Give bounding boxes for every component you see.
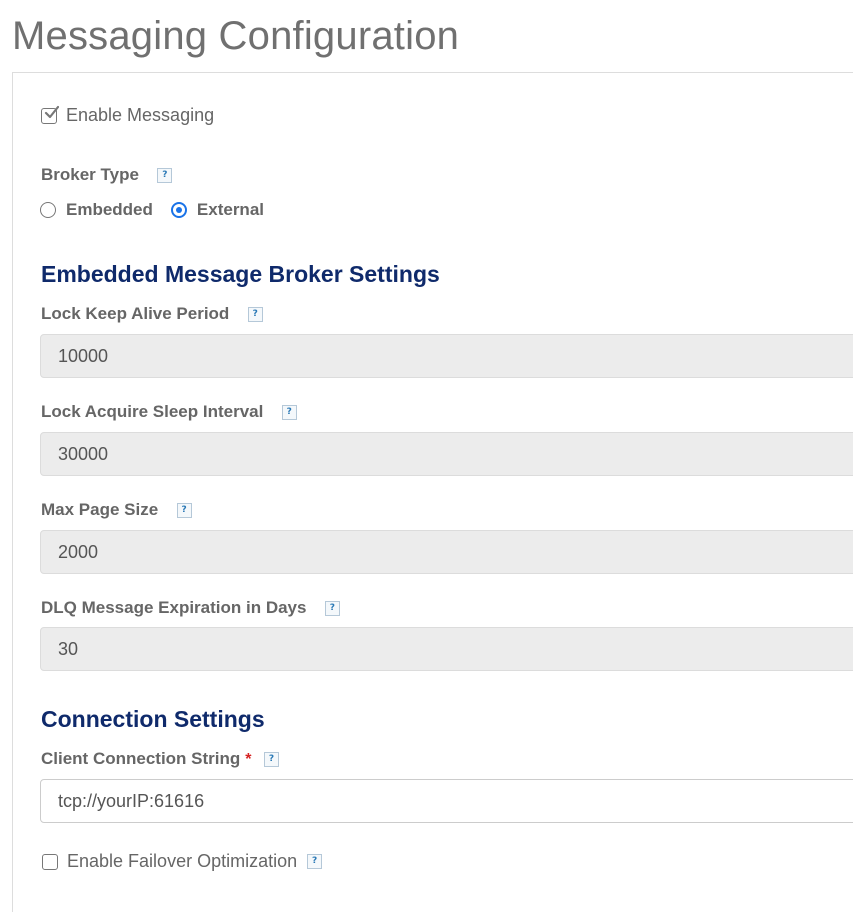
page-title: Messaging Configuration	[12, 14, 460, 58]
broker-type-radio-group: Embedded External	[40, 200, 282, 220]
help-icon[interactable]: ?	[324, 601, 340, 617]
broker-type-label-row: Broker Type ?	[41, 165, 173, 185]
enable-messaging-row[interactable]: Enable Messaging	[41, 105, 214, 126]
help-icon[interactable]: ?	[157, 168, 173, 184]
required-marker: *	[245, 751, 252, 768]
embedded-broker-settings-heading: Embedded Message Broker Settings	[41, 261, 440, 287]
client-connection-input[interactable]	[40, 779, 853, 823]
help-icon[interactable]: ?	[176, 503, 192, 519]
dlq-expiration-input[interactable]	[40, 627, 853, 671]
help-icon[interactable]: ?	[263, 752, 279, 768]
enable-failover-row[interactable]: Enable Failover Optimization ?	[42, 851, 323, 872]
lock-keep-alive-input[interactable]	[40, 334, 853, 378]
client-connection-label-row: Client Connection String * ?	[41, 749, 279, 769]
broker-type-embedded-label[interactable]: Embedded	[66, 200, 153, 220]
max-page-size-label: Max Page Size	[41, 500, 159, 519]
client-connection-label: Client Connection String	[41, 749, 241, 768]
connection-settings-heading: Connection Settings	[41, 706, 265, 732]
dlq-expiration-label: DLQ Message Expiration in Days	[41, 598, 307, 617]
broker-type-embedded-radio[interactable]	[40, 202, 56, 218]
help-icon[interactable]: ?	[307, 854, 323, 869]
broker-type-label: Broker Type	[41, 165, 139, 184]
broker-type-external-label[interactable]: External	[197, 200, 264, 220]
check-icon	[44, 105, 59, 118]
lock-acquire-sleep-input[interactable]	[40, 432, 853, 476]
broker-type-external-radio[interactable]	[170, 202, 187, 218]
help-icon[interactable]: ?	[247, 307, 263, 323]
enable-messaging-label: Enable Messaging	[66, 105, 215, 125]
lock-acquire-sleep-label-row: Lock Acquire Sleep Interval ?	[41, 402, 297, 422]
max-page-size-label-row: Max Page Size ?	[41, 500, 192, 520]
enable-messaging-checkbox[interactable]	[41, 105, 59, 124]
dlq-expiration-label-row: DLQ Message Expiration in Days ?	[41, 598, 340, 618]
enable-failover-checkbox[interactable]	[42, 853, 58, 870]
help-icon[interactable]: ?	[281, 405, 297, 421]
enable-failover-label: Enable Failover Optimization	[67, 851, 298, 871]
lock-keep-alive-label: Lock Keep Alive Period	[41, 304, 230, 323]
lock-keep-alive-label-row: Lock Keep Alive Period ?	[41, 304, 263, 324]
lock-acquire-sleep-label: Lock Acquire Sleep Interval	[41, 402, 264, 421]
max-page-size-input[interactable]	[40, 530, 853, 574]
